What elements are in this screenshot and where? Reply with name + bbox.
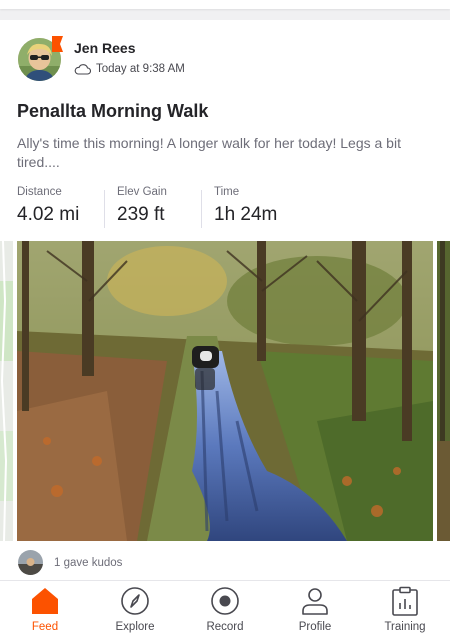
- home-icon: [32, 588, 58, 614]
- subscriber-badge-icon: [52, 36, 63, 52]
- route-map-preview[interactable]: [0, 241, 13, 541]
- stat-label: Distance: [17, 186, 62, 198]
- stat-value: 239 ft: [117, 204, 165, 225]
- tab-label: Feed: [31, 621, 59, 633]
- tab-label: Training: [384, 621, 426, 633]
- compass-icon: [121, 587, 149, 615]
- stat-label: Time: [214, 186, 240, 198]
- activity-timestamp: Today at 9:38 AM: [96, 63, 185, 75]
- person-icon: [302, 588, 328, 615]
- tab-feed[interactable]: Feed: [0, 581, 90, 641]
- stat-distance: Distance 4.02 mi: [17, 186, 104, 228]
- media-carousel[interactable]: [0, 241, 450, 541]
- cloud-icon: [74, 63, 91, 75]
- activity-title[interactable]: Penallta Morning Walk: [17, 101, 208, 122]
- tab-explore[interactable]: Explore: [90, 581, 180, 641]
- stat-elev-gain: Elev Gain 239 ft: [104, 186, 201, 228]
- stat-time: Time 1h 24m: [201, 186, 304, 228]
- clipboard-chart-icon: [392, 586, 418, 616]
- stat-label: Elev Gain: [117, 186, 167, 198]
- previous-card-edge: [0, 0, 450, 9]
- kudos-row[interactable]: 1 gave kudos: [18, 550, 122, 575]
- activity-photo[interactable]: [17, 241, 433, 541]
- tab-label: Record: [206, 621, 244, 633]
- tab-label: Profile: [298, 621, 332, 633]
- activity-description: Ally's time this morning! A longer walk …: [17, 135, 401, 170]
- next-photo-preview[interactable]: [437, 241, 450, 541]
- tab-profile[interactable]: Profile: [270, 581, 360, 641]
- stat-value: 4.02 mi: [17, 204, 80, 225]
- activity-meta: Today at 9:38 AM: [74, 63, 185, 75]
- tab-label: Explore: [115, 621, 155, 633]
- tab-training[interactable]: Training: [360, 581, 450, 641]
- activity-stats: Distance 4.02 mi Elev Gain 239 ft Time 1…: [17, 186, 304, 228]
- bottom-tab-bar: Feed Explore Record Profile Training: [0, 580, 450, 641]
- kudos-avatar: [18, 550, 43, 575]
- tab-record[interactable]: Record: [180, 581, 270, 641]
- athlete-name[interactable]: Jen Rees: [74, 40, 135, 56]
- record-icon: [211, 587, 239, 615]
- kudos-count[interactable]: 1 gave kudos: [54, 557, 122, 569]
- stat-value: 1h 24m: [214, 204, 278, 225]
